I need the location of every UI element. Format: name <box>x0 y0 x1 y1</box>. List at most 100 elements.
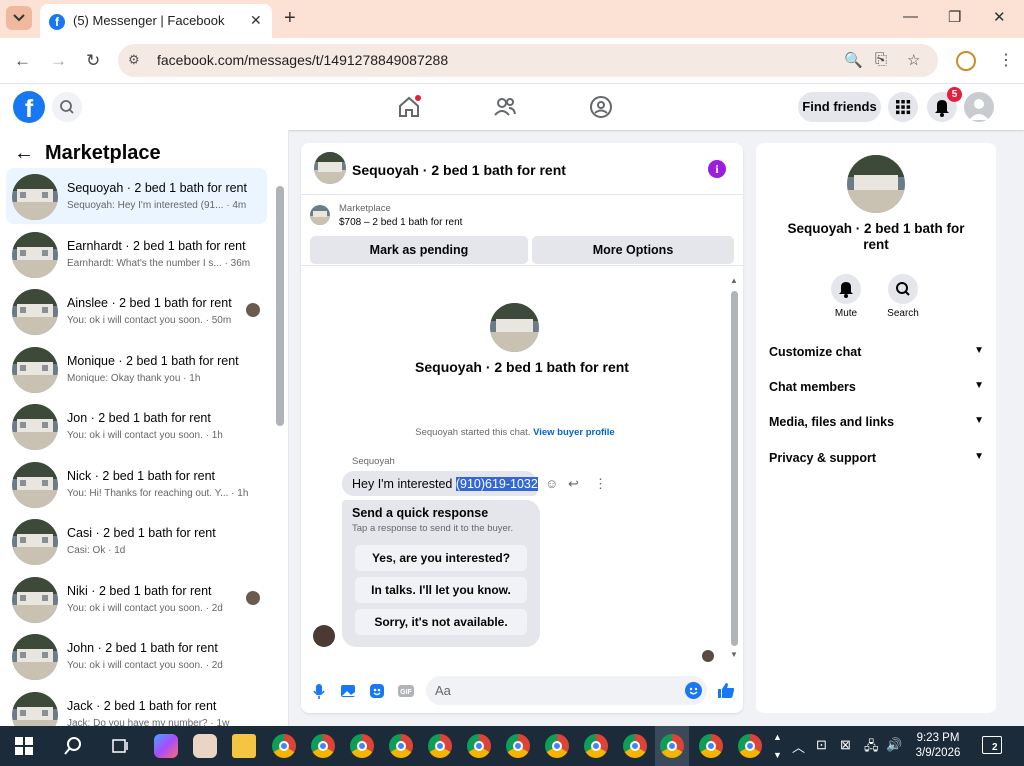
site-settings-icon[interactable]: ⚙ <box>128 52 146 68</box>
browser-menu-icon[interactable]: ⋮ <box>998 50 1014 70</box>
scrollbar[interactable] <box>276 186 284 426</box>
info-icon[interactable]: i <box>708 160 726 178</box>
message-bubble[interactable]: Hey I'm interested (910)619-1032 <box>342 471 538 496</box>
zoom-icon[interactable]: 🔍 <box>844 51 863 69</box>
browser-tab[interactable]: f (5) Messenger | Facebook ✕ <box>40 4 272 38</box>
menu-button[interactable] <box>888 92 918 122</box>
tab-search-button[interactable] <box>6 6 32 30</box>
minimize-icon[interactable]: — <box>903 8 918 25</box>
photo-icon[interactable] <box>339 682 357 700</box>
forward-icon[interactable]: → <box>50 51 67 71</box>
chrome-taskbar-icon[interactable] <box>545 734 569 758</box>
chrome-taskbar-icon[interactable] <box>272 734 296 758</box>
customize-chat-row[interactable]: Customize chat ▼ <box>769 345 984 365</box>
windows-start-icon[interactable] <box>15 737 33 755</box>
url-text[interactable]: facebook.com/messages/t/1491278849087288 <box>157 52 448 68</box>
network-icon[interactable]: 🖧 <box>864 737 879 759</box>
meet-icon[interactable]: ⊡ <box>816 737 827 753</box>
chrome-taskbar-icon[interactable] <box>738 734 762 758</box>
scroll-down-icon[interactable]: ▼ <box>730 650 738 659</box>
conversation-item[interactable]: Sequoyah · 2 bed 1 bath for rent Sequoyah… <box>6 168 267 224</box>
chrome-taskbar-icon[interactable] <box>506 734 530 758</box>
conversation-avatar[interactable] <box>490 303 539 352</box>
react-emoji-icon[interactable]: ☺ <box>545 476 558 491</box>
chrome-taskbar-icon[interactable] <box>660 734 684 758</box>
conversation-item[interactable]: Casi · 2 bed 1 bath for rent Casi: Ok · 1… <box>6 513 267 569</box>
chat-members-row[interactable]: Chat members ▼ <box>769 380 984 400</box>
new-tab-icon[interactable]: + <box>284 7 296 30</box>
chat-scrollbar[interactable] <box>731 291 738 646</box>
reply-icon[interactable]: ↩ <box>568 476 579 492</box>
scroll-up-icon[interactable]: ▲ <box>730 276 738 285</box>
listing-thumbnail[interactable] <box>310 205 330 225</box>
conversation-item[interactable]: Jon · 2 bed 1 bath for rent You: ok i wil… <box>6 398 267 454</box>
sender-avatar[interactable] <box>313 625 335 647</box>
conversation-item[interactable]: Nick · 2 bed 1 bath for rent You: Hi! Tha… <box>6 456 267 512</box>
facebook-logo-icon[interactable]: f <box>13 91 45 123</box>
install-app-icon[interactable]: ⎘ <box>875 51 887 68</box>
chrome-taskbar-icon[interactable] <box>699 734 723 758</box>
back-arrow-icon[interactable]: ← <box>14 142 34 165</box>
tab-close-icon[interactable]: ✕ <box>250 12 262 29</box>
conversation-item[interactable]: Earnhardt · 2 bed 1 bath for rent Earnhar… <box>6 226 267 282</box>
taskbar-overflow-icon[interactable]: ▲ ▼ <box>773 728 782 764</box>
close-window-icon[interactable]: ✕ <box>993 8 1006 26</box>
chrome-taskbar-icon[interactable] <box>389 734 413 758</box>
view-buyer-profile-link[interactable]: View buyer profile <box>533 427 615 438</box>
find-friends-button[interactable]: Find friends <box>798 92 881 122</box>
chrome-taskbar-icon[interactable] <box>428 734 452 758</box>
conversation-item[interactable]: Monique · 2 bed 1 bath for rent Monique: … <box>6 341 267 397</box>
clock[interactable]: 9:23 PM 3/9/2026 <box>912 731 964 761</box>
conversation-item[interactable]: Niki · 2 bed 1 bath for rent You: ok i wi… <box>6 571 267 627</box>
chrome-taskbar-icon[interactable] <box>467 734 491 758</box>
chrome-taskbar-icon[interactable] <box>350 734 374 758</box>
omnibox[interactable]: ⚙ facebook.com/messages/t/14912788490872… <box>118 44 938 77</box>
details-avatar[interactable] <box>847 155 905 213</box>
mute-button[interactable] <box>831 274 861 304</box>
show-hidden-icons-icon[interactable]: ︿ <box>792 737 805 756</box>
quick-response-in-talks-button[interactable]: In talks. I'll let you know. <box>355 577 527 603</box>
volume-icon[interactable]: 🔊 <box>886 737 902 753</box>
maximize-icon[interactable]: ❐ <box>948 8 961 26</box>
emoji-icon[interactable] <box>685 682 702 699</box>
bookmark-star-icon[interactable]: ☆ <box>907 51 920 69</box>
more-options-button[interactable]: More Options <box>532 236 734 264</box>
search-button[interactable] <box>888 274 918 304</box>
file-explorer-icon[interactable] <box>232 734 256 758</box>
chat-thumbnail[interactable] <box>314 152 346 184</box>
conversation-item[interactable]: Jack · 2 bed 1 bath for rent Jack: Do you… <box>6 686 267 726</box>
facebook-search-button[interactable] <box>52 92 82 122</box>
message-text[interactable]: Hey I'm interested (910)619-1032 <box>352 477 538 491</box>
chrome-taskbar-icon[interactable] <box>623 734 647 758</box>
browser-profile-icon[interactable] <box>956 51 976 71</box>
home-icon[interactable] <box>396 94 422 120</box>
paint-icon[interactable] <box>193 734 217 758</box>
security-icon[interactable]: ⊠ <box>840 737 851 753</box>
chrome-taskbar-icon[interactable] <box>311 734 335 758</box>
mark-pending-button[interactable]: Mark as pending <box>310 236 528 264</box>
notification-center-icon[interactable]: 2 <box>982 736 1002 754</box>
privacy-support-row[interactable]: Privacy & support ▼ <box>769 451 984 471</box>
quick-response-not-available-button[interactable]: Sorry, it's not available. <box>355 609 527 635</box>
sticker-icon[interactable] <box>368 682 386 700</box>
more-actions-icon[interactable]: ⋮ <box>594 476 607 492</box>
quick-response-yes-button[interactable]: Yes, are you interested? <box>355 545 527 571</box>
back-icon[interactable]: ← <box>14 51 31 71</box>
gif-icon[interactable]: GIF <box>397 682 415 700</box>
copilot-icon[interactable] <box>154 734 178 758</box>
microphone-icon[interactable] <box>310 682 328 700</box>
account-avatar[interactable] <box>964 92 994 122</box>
reload-icon[interactable]: ↻ <box>86 51 100 71</box>
highlighted-phone-number[interactable]: (910)619-1032 <box>455 477 538 491</box>
conversation-item[interactable]: John · 2 bed 1 bath for rent You: ok i wi… <box>6 628 267 684</box>
message-input[interactable] <box>426 676 707 705</box>
conversation-item[interactable]: Ainslee · 2 bed 1 bath for rent You: ok i… <box>6 283 267 339</box>
task-view-icon[interactable] <box>110 736 130 756</box>
listing-price[interactable]: $708 – 2 bed 1 bath for rent <box>339 217 462 228</box>
chrome-taskbar-icon[interactable] <box>584 734 608 758</box>
groups-icon[interactable] <box>588 94 614 120</box>
taskbar-search-icon[interactable] <box>62 735 84 757</box>
chat-title[interactable]: Sequoyah · 2 bed 1 bath for rent <box>352 162 566 178</box>
media-files-links-row[interactable]: Media, files and links ▼ <box>769 415 984 435</box>
friends-icon[interactable] <box>492 94 518 120</box>
